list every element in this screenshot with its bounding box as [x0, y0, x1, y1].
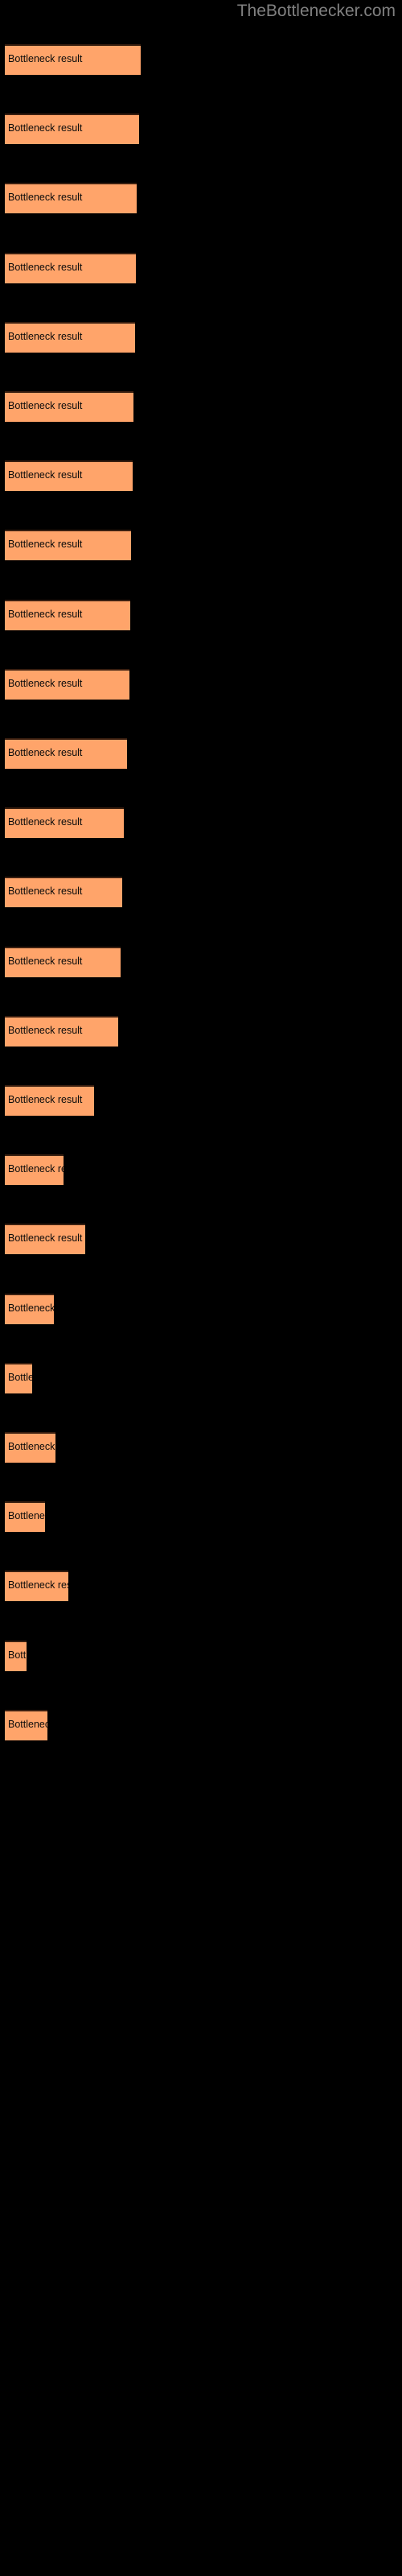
bar-row[interactable]: Bottleneck result [5, 600, 130, 630]
bar-row[interactable]: Bottleneck result [5, 947, 121, 977]
bar-label: Bottleneck result [8, 122, 83, 134]
bar-row[interactable]: Bottleneck result [5, 738, 127, 769]
bar-label: Bottleneck result [8, 1025, 83, 1036]
bar-label: Bottleneck result [8, 1094, 83, 1105]
bar-label: Bottleneck result [8, 816, 83, 828]
bar-row[interactable]: Bottleneck result [5, 669, 129, 700]
bar-label: Bottleneck result [8, 1441, 55, 1452]
bar-row[interactable]: Bottleneck result [5, 1154, 64, 1185]
bar-row[interactable]: Bottleneck result [5, 1363, 32, 1393]
bar-label: Bottleneck result [8, 956, 83, 967]
bar-row[interactable]: Bottleneck result [5, 1085, 94, 1116]
bar-row[interactable]: Bottleneck result [5, 877, 122, 907]
bar-row[interactable]: Bottleneck result [5, 1016, 118, 1046]
bar-row[interactable]: Bottleneck result [5, 1294, 54, 1324]
bar-row[interactable]: Bottleneck result [5, 253, 136, 283]
bottleneck-chart-page: TheBottlenecker.com Bottleneck result Bot… [0, 0, 402, 2576]
bar-label: Bottleneck result [8, 1719, 47, 1730]
bar-row[interactable]: Bottleneck result [5, 1224, 85, 1254]
bar-label: Bottleneck result [8, 1649, 27, 1661]
bar-label: Bottleneck result [8, 609, 83, 620]
bar-row[interactable]: Bottleneck result [5, 460, 133, 491]
bar-label: Bottleneck result [8, 400, 83, 411]
bar-row[interactable]: Bottleneck result [5, 1710, 47, 1740]
bar-row[interactable]: Bottleneck result [5, 44, 141, 75]
bar-label: Bottleneck result [8, 1510, 45, 1521]
bar-row[interactable]: Bottleneck result [5, 322, 135, 353]
bar-label: Bottleneck result [8, 469, 83, 481]
bar-label: Bottleneck result [8, 1372, 32, 1383]
bar-row[interactable]: Bottleneck result [5, 183, 137, 213]
bar-label: Bottleneck result [8, 331, 83, 342]
bar-row[interactable]: Bottleneck result [5, 530, 131, 560]
bar-label: Bottleneck result [8, 1302, 54, 1314]
bar-row[interactable]: Bottleneck result [5, 114, 139, 144]
bar-row[interactable]: Bottleneck result [5, 1432, 55, 1463]
bar-row[interactable]: Bottleneck result [5, 807, 124, 838]
bar-row[interactable]: Bottleneck result [5, 1571, 68, 1601]
site-title: TheBottlenecker.com [236, 2, 396, 20]
bar-label: Bottleneck result [8, 747, 83, 758]
bar-label: Bottleneck result [8, 1163, 64, 1174]
bar-label: Bottleneck result [8, 539, 83, 550]
bar-label: Bottleneck result [8, 262, 83, 273]
bar-row[interactable]: Bottleneck result [5, 1501, 45, 1532]
bar-label: Bottleneck result [8, 1232, 83, 1244]
bar-label: Bottleneck result [8, 192, 83, 203]
bar-label: Bottleneck result [8, 53, 83, 64]
bar-row[interactable]: Bottleneck result [5, 391, 133, 422]
bar-label: Bottleneck result [8, 1579, 68, 1591]
bar-row[interactable]: Bottleneck result [5, 1641, 27, 1671]
bar-label: Bottleneck result [8, 886, 83, 897]
bar-label: Bottleneck result [8, 678, 83, 689]
